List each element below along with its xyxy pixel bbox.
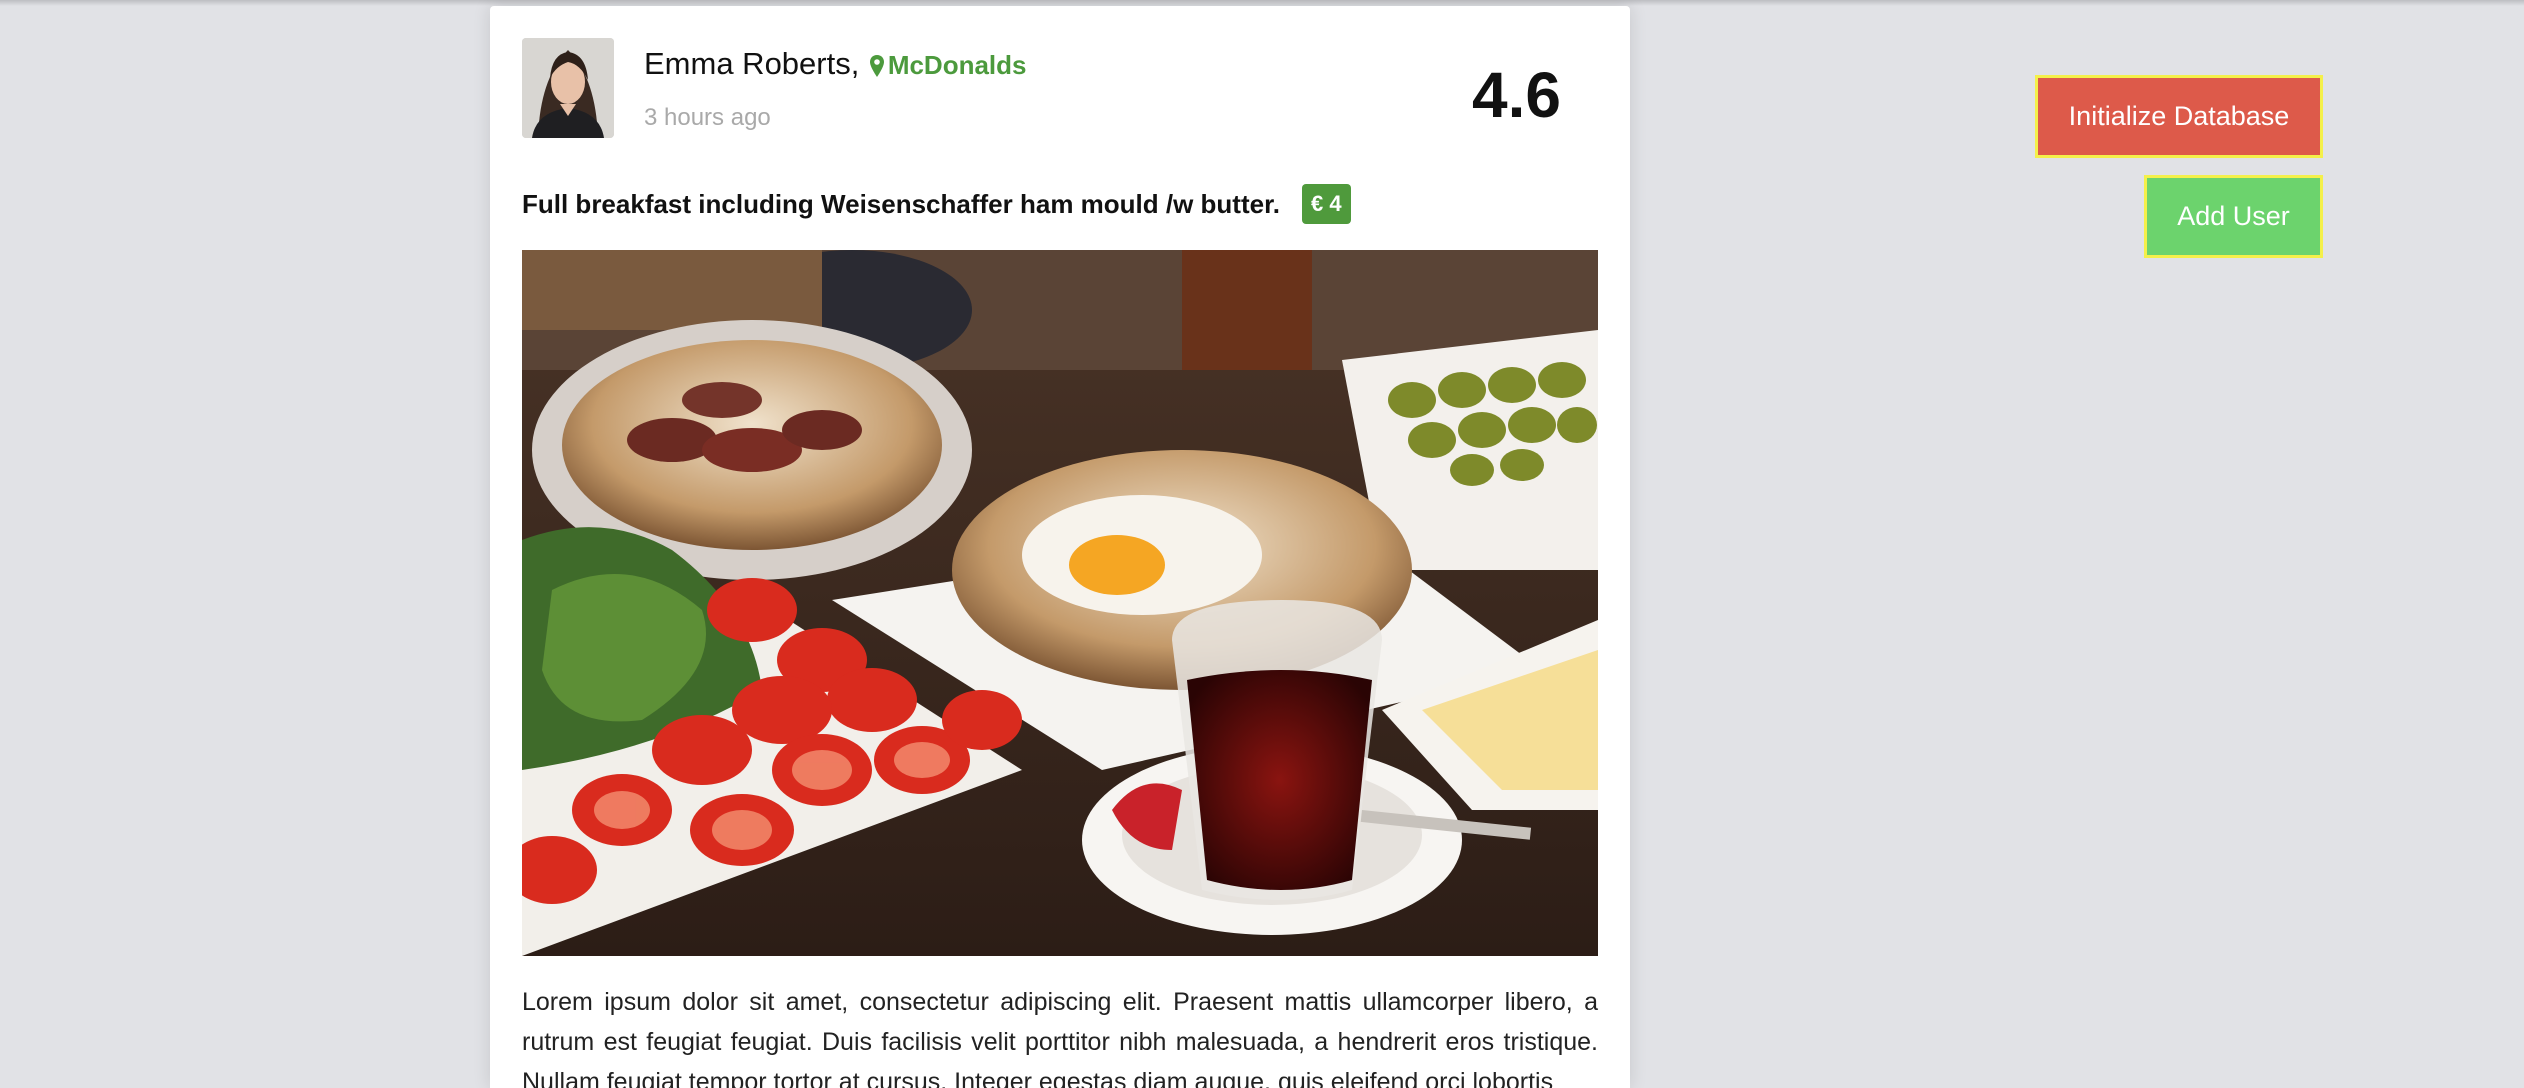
initialize-database-button[interactable]: Initialize Database <box>2035 75 2323 158</box>
post-timestamp: 3 hours ago <box>644 104 771 131</box>
location-name: McDonalds <box>887 50 1027 80</box>
post-title: Full breakfast including Weisenschaffer … <box>522 188 1280 219</box>
post-body: Lorem ipsum dolor sit amet, consectetur … <box>522 988 1598 1088</box>
food-photo <box>522 250 1598 956</box>
map-marker-icon <box>869 55 884 77</box>
author-avatar[interactable] <box>522 38 614 138</box>
add-user-button[interactable]: Add User <box>2144 175 2323 258</box>
author-name[interactable]: Emma Roberts <box>644 46 851 81</box>
location-link[interactable]: McDonalds <box>869 50 1027 80</box>
author-line: Emma Roberts, McDonalds <box>644 46 1027 82</box>
post-card: Emma Roberts, McDonalds 3 hours ago 4.6 … <box>490 6 1630 1088</box>
price-badge: € 4 <box>1302 184 1351 224</box>
author-separator: , <box>850 46 860 81</box>
post-headline: Full breakfast including Weisenschaffer … <box>522 182 1351 226</box>
post-rating: 4.6 <box>1472 59 1561 131</box>
